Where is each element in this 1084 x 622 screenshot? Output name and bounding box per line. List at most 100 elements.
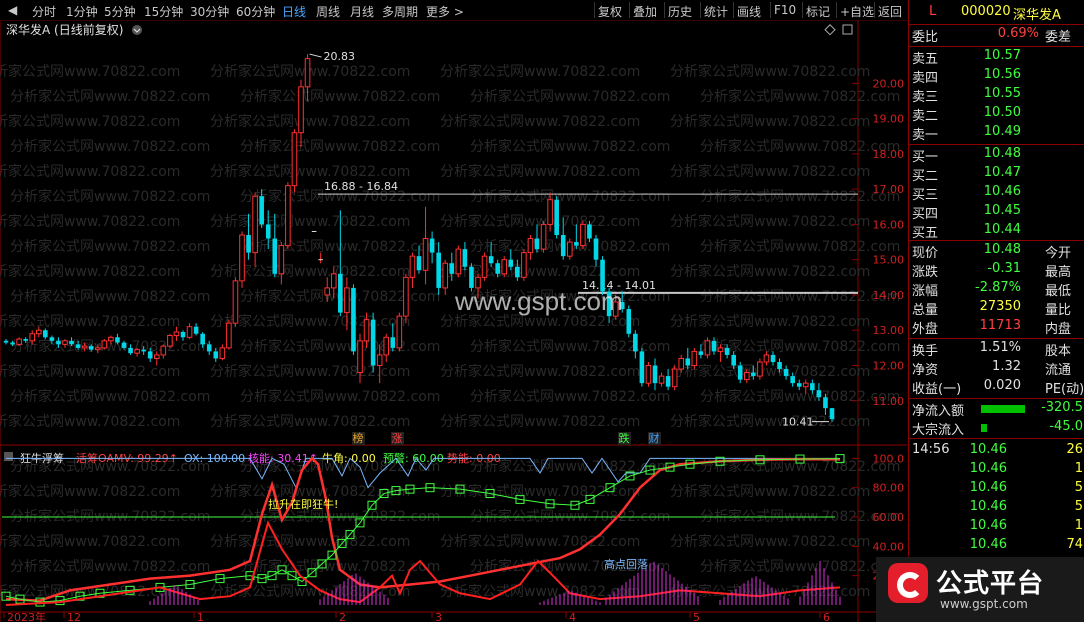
weibi-value: 0.69% <box>997 26 1039 41</box>
square-icon[interactable] <box>842 24 853 35</box>
oamv-line <box>5 456 841 602</box>
faint-watermark: 分析家公式网www.70822.com <box>0 113 180 130</box>
candle-up <box>35 329 42 335</box>
diamond-icon[interactable] <box>824 24 836 36</box>
faint-watermark: 分析家公式网www.70822.com <box>440 113 640 130</box>
panel-divider <box>909 398 1084 399</box>
gspt-logo: 公式平台 www.gspt.com <box>876 557 1084 622</box>
toolbar-action-1[interactable]: 叠加 <box>633 3 657 20</box>
toolbar-divider <box>594 2 595 18</box>
candle-up <box>566 241 573 257</box>
toolbar-action-0[interactable]: 复权 <box>598 3 622 20</box>
candle-up <box>232 280 239 324</box>
tick-volume: 1 <box>1074 518 1083 533</box>
toolbar-action-7[interactable]: +自选 <box>840 3 874 20</box>
stat-label2: 最高 <box>1045 265 1072 280</box>
period-tab-5[interactable]: 60分钟 <box>236 3 275 20</box>
period-tab-7[interactable]: 周线 <box>316 3 340 20</box>
panel-divider <box>909 240 1084 241</box>
period-tab-6[interactable]: 日线 <box>282 3 306 20</box>
toolbar-action-8[interactable]: 返回 <box>878 3 902 20</box>
sell-price: 10.55 <box>983 86 1021 101</box>
candle-up <box>704 340 711 356</box>
buy-price: 10.48 <box>983 146 1021 161</box>
faint-watermark: 分析家公式网www.70822.com <box>440 213 640 230</box>
stat-label2: 最低 <box>1045 284 1072 299</box>
toolbar-action-2[interactable]: 历史 <box>668 3 692 20</box>
candle-up <box>324 287 331 296</box>
faint-watermark: 分析家公式网www.70822.com <box>210 413 410 430</box>
kline-chart[interactable]: 分析家公式网www.70822.com 分析家公式网www.70822.com 分析… <box>0 21 907 622</box>
period-tab-3[interactable]: 15分钟 <box>144 3 183 20</box>
period-tab-1[interactable]: 1分钟 <box>66 3 98 20</box>
period-tab-10[interactable]: 更多 > <box>426 3 464 20</box>
stat2-label: 换手 <box>912 344 939 359</box>
candle-up <box>422 238 429 271</box>
candle-up <box>186 326 193 338</box>
title-dropdown-icon[interactable] <box>132 25 142 35</box>
low-price-label: 10.41 <box>782 416 814 429</box>
sell-price: 10.56 <box>983 67 1021 82</box>
faint-watermark: 分析家公式网www.70822.com <box>10 188 210 205</box>
candle-up <box>757 361 763 377</box>
candle-up <box>455 248 462 275</box>
period-tab-8[interactable]: 月线 <box>350 3 374 20</box>
toolbar-action-5[interactable]: F10 <box>774 3 796 17</box>
stat2-row-1: 净资 1.32 流通 <box>909 359 1084 378</box>
candle-down <box>508 259 514 267</box>
flow-label: 大宗流入 <box>912 423 965 438</box>
stat-row-0: 现价 10.48 今开 <box>909 242 1084 261</box>
stat2-row-0: 换手 1.51% 股本 <box>909 340 1084 359</box>
period-tab-0[interactable]: 分时 <box>32 3 56 20</box>
back-arrow-icon[interactable]: ◀ <box>8 3 17 17</box>
candle-up <box>304 58 311 88</box>
faint-watermark: 分析家公式网www.70822.com <box>10 138 210 155</box>
stat-row-4: 外盘 11713 内盘 <box>909 318 1084 337</box>
candle-up <box>691 350 698 367</box>
sell-price: 10.57 <box>983 48 1021 63</box>
faint-watermark: 分析家公式网www.70822.com <box>440 363 640 380</box>
candle-down <box>731 354 736 366</box>
candle-up <box>442 262 449 289</box>
candle-up <box>357 340 363 374</box>
faint-watermark: 分析家公式网www.70822.com <box>240 338 440 355</box>
faint-watermark: 分析家公式网www.70822.com <box>210 533 410 550</box>
stat2-label2: 股本 <box>1045 344 1072 359</box>
stat-label: 总量 <box>912 303 939 318</box>
faint-watermark: 分析家公式网www.70822.com <box>0 483 180 500</box>
candle-down <box>429 238 435 253</box>
time-label-4: 3 <box>435 611 442 622</box>
sell-price: 10.49 <box>983 124 1021 139</box>
period-tab-4[interactable]: 30分钟 <box>190 3 229 20</box>
faint-watermark: 分析家公式网www.70822.com <box>10 238 210 255</box>
sell-level-0: 卖五 10.57 <box>909 48 1084 67</box>
faint-watermark: 分析家公式网www.70822.com <box>670 213 870 230</box>
faint-watermark: 分析家公式网www.70822.com <box>670 413 870 430</box>
sell-level-4: 卖一 10.49 <box>909 124 1084 143</box>
period-tab-9[interactable]: 多周期 <box>382 3 418 20</box>
chart-area[interactable]: 分析家公式网www.70822.com 分析家公式网www.70822.com 分析… <box>0 21 907 622</box>
period-tab-2[interactable]: 5分钟 <box>104 3 136 20</box>
faint-watermark: 分析家公式网www.70822.com <box>700 388 900 405</box>
faint-watermark: 分析家公式网www.70822.com <box>440 533 640 550</box>
candle-down <box>495 263 500 274</box>
event-marker-2: 跌 <box>619 431 630 445</box>
high-price-label: 20.83 <box>324 50 356 63</box>
faint-watermark: 分析家公式网www.70822.com <box>0 263 180 280</box>
toolbar-action-6[interactable]: 标记 <box>806 3 830 20</box>
candle-up <box>383 336 390 356</box>
indicator-menu-icon[interactable] <box>4 452 13 461</box>
tick-price: 10.46 <box>969 499 1007 514</box>
toolbar-action-4[interactable]: 画线 <box>737 3 761 20</box>
quote-header: L 000020 深华发A <box>909 4 1084 23</box>
candle-down <box>449 263 455 274</box>
flow-row-1: 大宗流入 -45.0 <box>909 419 1084 438</box>
tick-price: 10.46 <box>969 537 1007 552</box>
toolbar-action-3[interactable]: 统计 <box>704 3 728 20</box>
indicator-letter: L <box>929 4 937 19</box>
candle-down <box>534 238 540 250</box>
candle-up <box>278 245 285 275</box>
candle-down <box>554 199 559 235</box>
candle-up <box>298 86 304 134</box>
candle-up <box>81 345 88 349</box>
